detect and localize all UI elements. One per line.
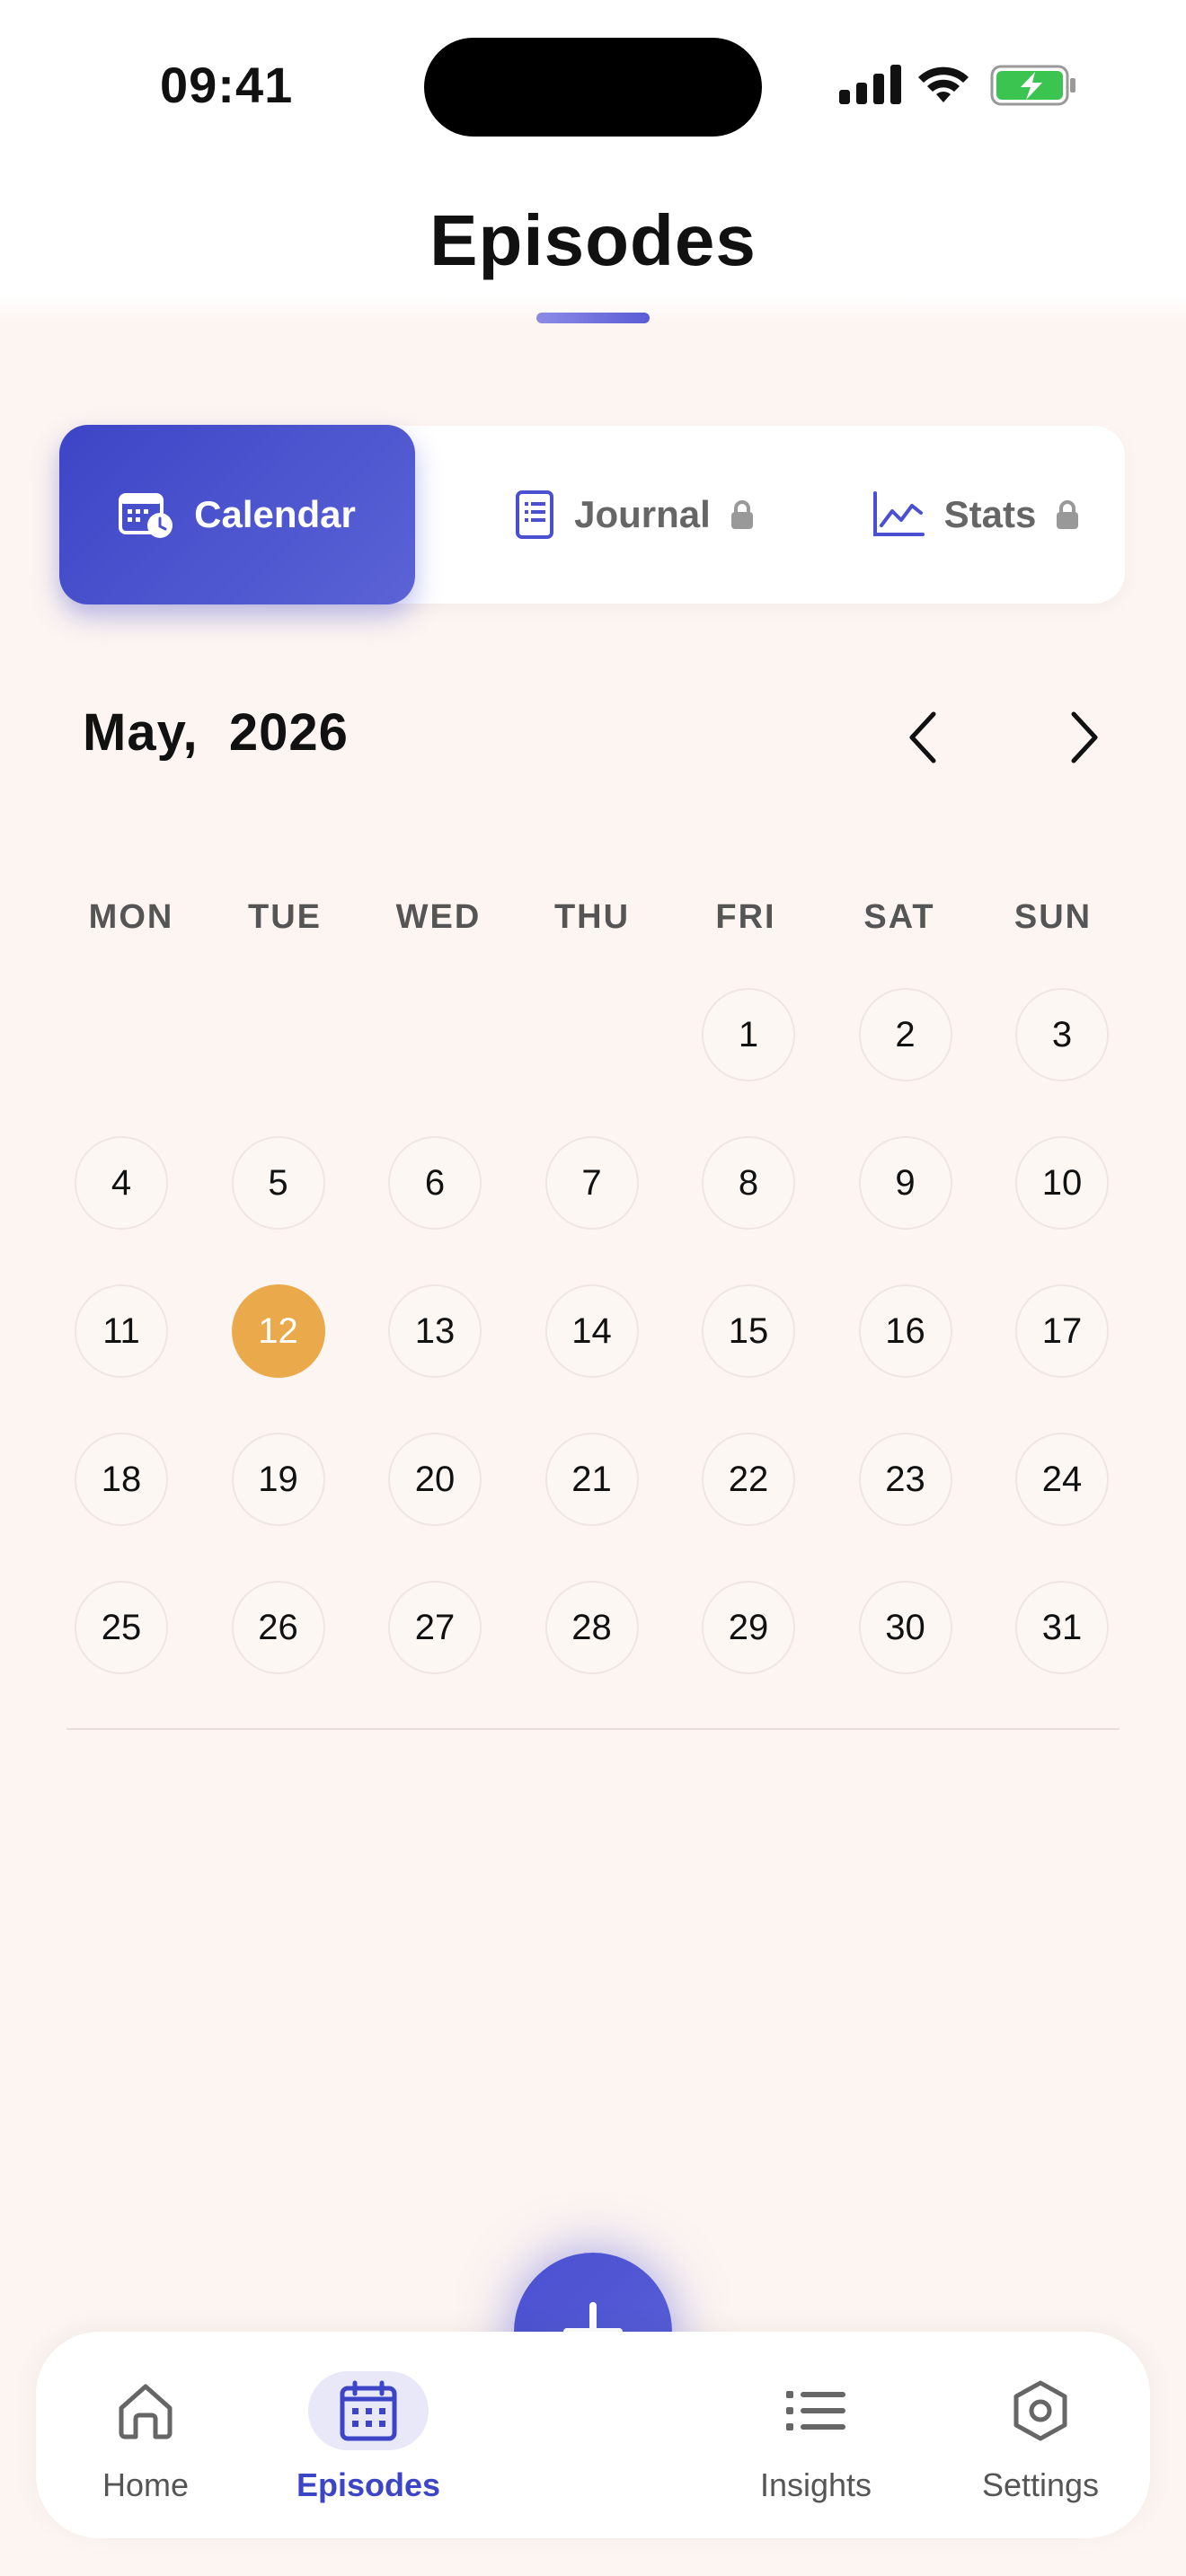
calendar-clock-icon [119, 493, 173, 538]
calendar-day[interactable]: 22 [702, 1433, 795, 1526]
lock-icon [730, 500, 753, 529]
previous-month-button[interactable] [891, 699, 954, 776]
calendar-day[interactable]: 27 [388, 1581, 482, 1674]
calendar-day[interactable]: 1 [702, 988, 795, 1081]
calendar-day[interactable]: 9 [858, 1136, 952, 1230]
calendar-day[interactable]: 26 [231, 1581, 325, 1674]
tab-calendar[interactable]: Calendar [59, 425, 415, 604]
chart-line-icon [872, 491, 925, 536]
calendar-day[interactable]: 29 [702, 1581, 795, 1674]
tab-journal-label: Journal [574, 493, 711, 535]
chevron-right-icon [1071, 711, 1098, 763]
calendar-day[interactable]: 5 [231, 1136, 325, 1230]
nav-settings-label: Settings [981, 2466, 1100, 2503]
calendar-day[interactable]: 19 [231, 1433, 325, 1526]
bottom-navigation: Home Episodes Insights Settings [36, 2332, 1150, 2538]
tab-journal[interactable]: Journal [464, 426, 805, 604]
calendar-day[interactable]: 3 [1015, 988, 1109, 1081]
calendar-day[interactable]: 7 [544, 1136, 639, 1230]
weekday-label: WED [395, 898, 482, 936]
nav-insights-label: Insights [759, 2466, 872, 2503]
battery-charging-icon [990, 65, 1075, 106]
calendar-day[interactable]: 18 [75, 1433, 168, 1526]
calendar-day[interactable]: 24 [1015, 1433, 1109, 1526]
calendar-day[interactable]: 14 [544, 1284, 639, 1378]
calendar-day[interactable]: 10 [1015, 1136, 1109, 1230]
calendar-day[interactable]: 8 [702, 1136, 795, 1230]
lock-icon [1057, 500, 1079, 529]
calendar-day[interactable]: 23 [858, 1433, 952, 1526]
journal-icon [516, 490, 554, 539]
calendar-day[interactable]: 21 [544, 1433, 639, 1526]
calendar-day[interactable]: 15 [702, 1284, 795, 1378]
calendar-day[interactable]: 20 [388, 1433, 482, 1526]
nav-settings[interactable]: Settings [951, 2332, 1130, 2538]
page-title: Episodes [429, 200, 757, 280]
nav-home[interactable]: Home [56, 2332, 235, 2538]
calendar-day[interactable]: 6 [388, 1136, 482, 1230]
calendar-day[interactable]: 28 [544, 1581, 639, 1674]
cellular-signal-icon [839, 65, 901, 104]
chevron-left-icon [909, 711, 936, 763]
weekday-label: MON [88, 898, 174, 936]
calendar-grid: 1 2 3 4 5 6 7 8 9 10 11 12 13 14 15 16 17 18 19 20 21 22 23 24 2… [54, 988, 1132, 1674]
status-time: 09:41 [160, 57, 294, 113]
settings-icon [1013, 2380, 1067, 2441]
nav-episodes-label: Episodes [296, 2466, 441, 2503]
divider [66, 1728, 1120, 1730]
weekday-label: THU [553, 898, 631, 936]
month-label: May, 2026 [83, 703, 349, 762]
dynamic-island [424, 38, 762, 137]
calendar-icon [340, 2380, 397, 2441]
calendar-day[interactable]: 31 [1015, 1581, 1109, 1674]
list-icon [786, 2391, 845, 2430]
next-month-button[interactable] [1053, 699, 1116, 776]
weekday-header: MON TUE WED THU FRI SAT SUN [54, 898, 1132, 943]
calendar-day[interactable]: 4 [75, 1136, 168, 1230]
weekday-label: SAT [863, 898, 935, 936]
tab-calendar-label: Calendar [194, 493, 356, 535]
calendar-day-today[interactable]: 12 [231, 1284, 325, 1378]
calendar-day[interactable]: 13 [388, 1284, 482, 1378]
nav-insights[interactable]: Insights [726, 2332, 906, 2538]
calendar-day[interactable]: 2 [858, 988, 952, 1081]
calendar-day[interactable]: 25 [75, 1581, 168, 1674]
tab-stats-label: Stats [943, 493, 1037, 535]
weekday-label: TUE [248, 898, 322, 936]
calendar-day[interactable]: 30 [858, 1581, 952, 1674]
weekday-label: SUN [1013, 898, 1093, 936]
wifi-icon [918, 66, 969, 102]
calendar-day[interactable]: 11 [75, 1284, 168, 1378]
tab-stats[interactable]: Stats [841, 426, 1111, 604]
nav-episodes[interactable]: Episodes [279, 2332, 458, 2538]
home-icon [119, 2384, 173, 2439]
calendar-day[interactable]: 17 [1015, 1284, 1109, 1378]
nav-home-label: Home [102, 2466, 190, 2503]
view-switcher: Calendar Journal Stats [59, 425, 1125, 604]
title-underline [536, 313, 650, 323]
calendar-day[interactable]: 16 [858, 1284, 952, 1378]
weekday-label: FRI [715, 898, 776, 936]
